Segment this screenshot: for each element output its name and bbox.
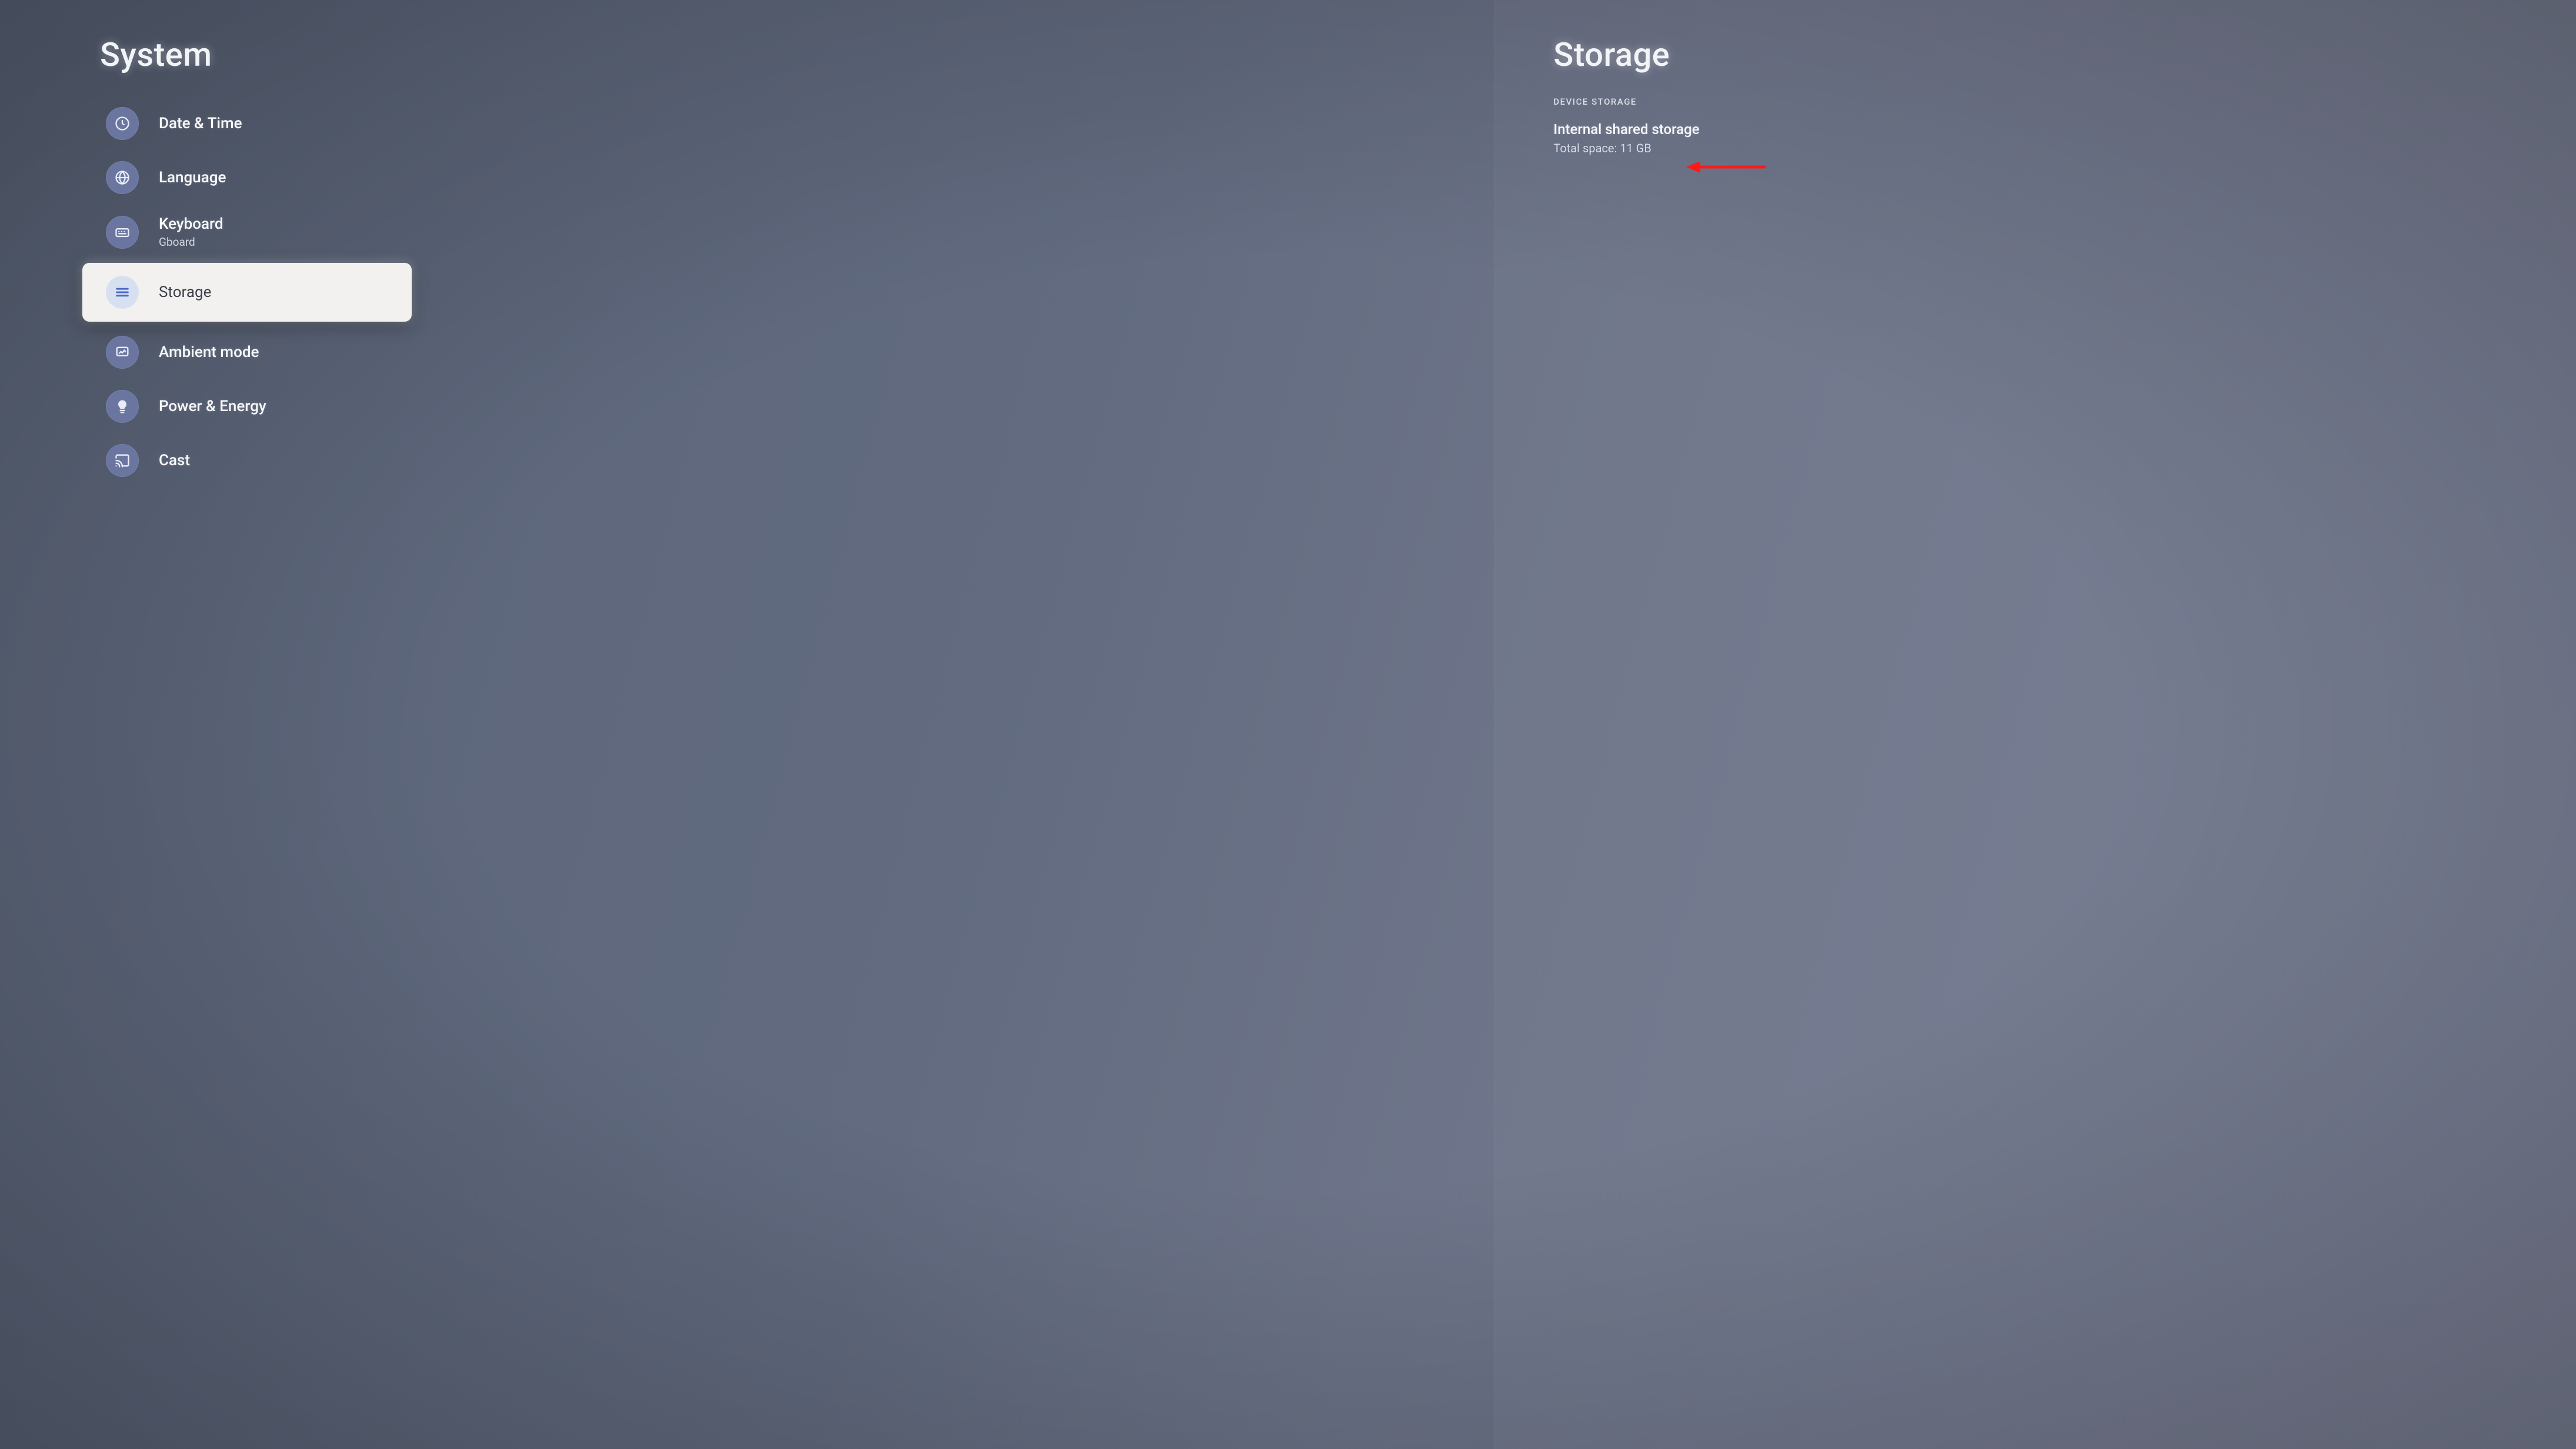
clock-icon — [106, 107, 139, 140]
internal-storage-title: Internal shared storage — [1553, 121, 2576, 138]
menu-sublabel: Gboard — [159, 235, 223, 249]
storage-icon — [106, 276, 139, 309]
storage-detail-pane: Storage DEVICE STORAGE Internal shared s… — [1494, 0, 2576, 1449]
section-header-device-storage: DEVICE STORAGE — [1553, 96, 2576, 107]
menu-label: Language — [159, 169, 226, 186]
keyboard-icon — [106, 216, 139, 249]
detail-page-title: Storage — [1553, 35, 2576, 74]
menu-item-language[interactable]: Language — [0, 151, 1494, 205]
menu-item-storage[interactable]: Storage — [82, 263, 412, 322]
menu-item-keyboard[interactable]: Keyboard Gboard — [0, 205, 1494, 259]
menu-label: Storage — [159, 283, 211, 301]
menu-label: Keyboard — [159, 215, 223, 233]
page-title: System — [100, 35, 1494, 74]
cast-icon — [106, 444, 139, 477]
system-menu: Date & Time Language Keyboard Gboard — [0, 96, 1494, 488]
globe-icon — [106, 161, 139, 194]
menu-item-power-energy[interactable]: Power & Energy — [0, 379, 1494, 433]
menu-label: Cast — [159, 452, 190, 469]
menu-label: Ambient mode — [159, 343, 259, 361]
ambient-icon — [106, 336, 139, 369]
menu-label: Power & Energy — [159, 398, 266, 415]
internal-storage-subtitle: Total space: 11 GB — [1553, 141, 2576, 155]
menu-item-ambient-mode[interactable]: Ambient mode — [0, 325, 1494, 379]
menu-item-date-time[interactable]: Date & Time — [0, 96, 1494, 151]
internal-shared-storage-item[interactable]: Internal shared storage Total space: 11 … — [1553, 121, 2576, 155]
system-settings-pane: System Date & Time Language — [0, 0, 1494, 1449]
lightbulb-icon — [106, 390, 139, 423]
menu-label: Date & Time — [159, 115, 242, 132]
annotation-arrow-icon — [1686, 155, 1769, 181]
menu-item-cast[interactable]: Cast — [0, 433, 1494, 488]
